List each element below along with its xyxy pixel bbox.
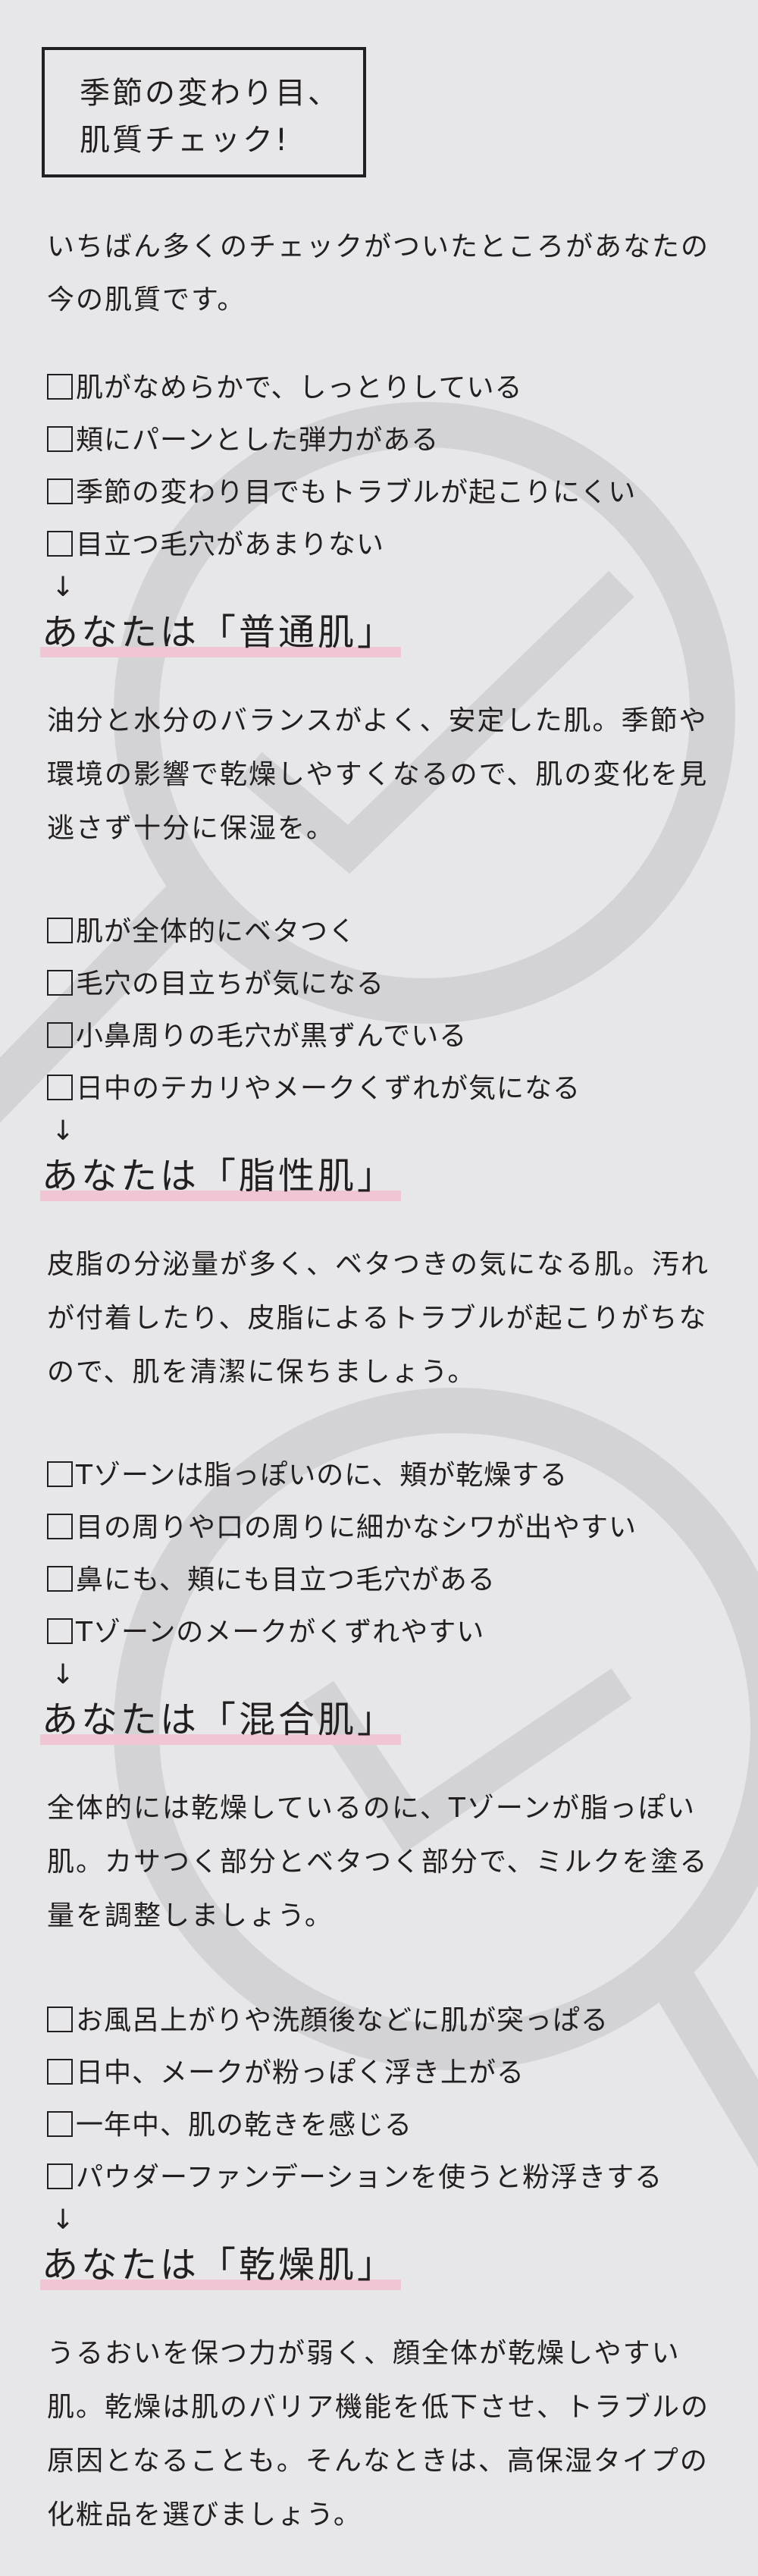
checkbox-icon[interactable] — [47, 1075, 73, 1100]
checkbox-icon[interactable] — [47, 2111, 73, 2137]
checkbox-icon[interactable] — [47, 918, 73, 943]
checklist-item[interactable]: 毛穴の目立ちが気になる — [47, 958, 758, 1010]
title-box: 季節の変わり目、 肌質チェック! — [42, 47, 366, 177]
checklist-item[interactable]: Tゾーンは脂っぽいのに、頬が乾燥する — [47, 1449, 758, 1501]
checklist-item[interactable]: 頬にパーンとした弾力がある — [47, 414, 758, 466]
checklist-item[interactable]: 肌が全体的にベタつく — [47, 905, 758, 958]
checkbox-icon[interactable] — [47, 531, 73, 557]
checklist-item[interactable]: 肌がなめらかで、しっとりしている — [47, 362, 758, 414]
checklist-item[interactable]: 鼻にも、頬にも目立つ毛穴がある — [47, 1554, 758, 1606]
checkbox-icon[interactable] — [47, 2059, 73, 2085]
checkbox-icon[interactable] — [47, 478, 73, 504]
checkbox-icon[interactable] — [47, 970, 73, 996]
checklist-item[interactable]: 日中のテカリやメークくずれが気になる — [47, 1062, 758, 1115]
checkbox-icon[interactable] — [47, 374, 73, 400]
checklist-item[interactable]: 一年中、肌の乾きを感じる — [47, 2099, 758, 2151]
checklist-item[interactable]: Tゾーンのメークがくずれやすい — [47, 1606, 758, 1658]
result-heading: あなたは「混合肌」 — [39, 1695, 758, 1756]
checkbox-icon[interactable] — [47, 1514, 73, 1539]
page-title-line-1: 季節の変わり目、 — [80, 76, 340, 111]
checklist-item[interactable]: パウダーファンデーションを使うと粉浮きする — [47, 2151, 758, 2204]
result-description: 油分と水分のバランスがよく、安定した肌。季節や環境の影響で乾燥しやすくなるので、… — [47, 705, 709, 844]
skin-type-section-combination: Tゾーンは脂っぽいのに、頬が乾燥する 目の周りや口の周りに細かなシワが出やすい … — [0, 1449, 758, 1943]
checkbox-icon[interactable] — [47, 1618, 73, 1644]
checkbox-icon[interactable] — [47, 426, 73, 452]
checklist-item[interactable]: 日中、メークが粉っぽく浮き上がる — [47, 2047, 758, 2099]
checklist-item[interactable]: 小鼻周りの毛穴が黒ずんでいる — [47, 1010, 758, 1062]
down-arrow-icon: ↓ — [52, 572, 75, 603]
result-description: 全体的には乾燥しているのに、Tゾーンが脂っぽい肌。カサつく部分とベタつく部分で、… — [47, 1793, 709, 1931]
checkbox-icon[interactable] — [47, 2163, 73, 2189]
checkbox-icon[interactable] — [47, 1022, 73, 1048]
result-heading: あなたは「脂性肌」 — [39, 1151, 758, 1212]
down-arrow-icon: ↓ — [52, 2204, 75, 2236]
checkbox-icon[interactable] — [47, 1566, 73, 1592]
skin-type-section-normal: 肌がなめらかで、しっとりしている 頬にパーンとした弾力がある 季節の変わり目でも… — [0, 362, 758, 855]
result-heading: あなたは「乾燥肌」 — [39, 2240, 758, 2301]
checklist-item[interactable]: 目立つ毛穴があまりない — [47, 519, 758, 571]
skin-type-section-dry: お風呂上がりや洗顔後などに肌が突っぱる 日中、メークが粉っぽく浮き上がる 一年中… — [0, 1994, 758, 2542]
result-heading: あなたは「普通肌」 — [39, 607, 758, 668]
checkbox-icon[interactable] — [47, 1461, 73, 1487]
page-title-line-2: 肌質チェック! — [80, 123, 290, 158]
intro-text: いちばん多くのチェックがついたところがあなたの今の肌質です。 — [47, 231, 710, 315]
checkbox-icon[interactable] — [47, 2007, 73, 2032]
checklist-item[interactable]: 季節の変わり目でもトラブルが起こりにくい — [47, 466, 758, 519]
down-arrow-icon: ↓ — [52, 1115, 75, 1147]
down-arrow-icon: ↓ — [52, 1659, 75, 1690]
checklist-item[interactable]: お風呂上がりや洗顔後などに肌が突っぱる — [47, 1994, 758, 2047]
skin-type-section-oily: 肌が全体的にベタつく 毛穴の目立ちが気になる 小鼻周りの毛穴が黒ずんでいる 日中… — [0, 905, 758, 1399]
result-description: うるおいを保つ力が弱く、顔全体が乾燥しやすい肌。乾燥は肌のバリア機能を低下させ、… — [47, 2338, 710, 2531]
result-description: 皮脂の分泌量が多く、ベタつきの気になる肌。汚れが付着したり、皮脂によるトラブルが… — [47, 1249, 710, 1388]
checklist-item[interactable]: 目の周りや口の周りに細かなシワが出やすい — [47, 1501, 758, 1554]
